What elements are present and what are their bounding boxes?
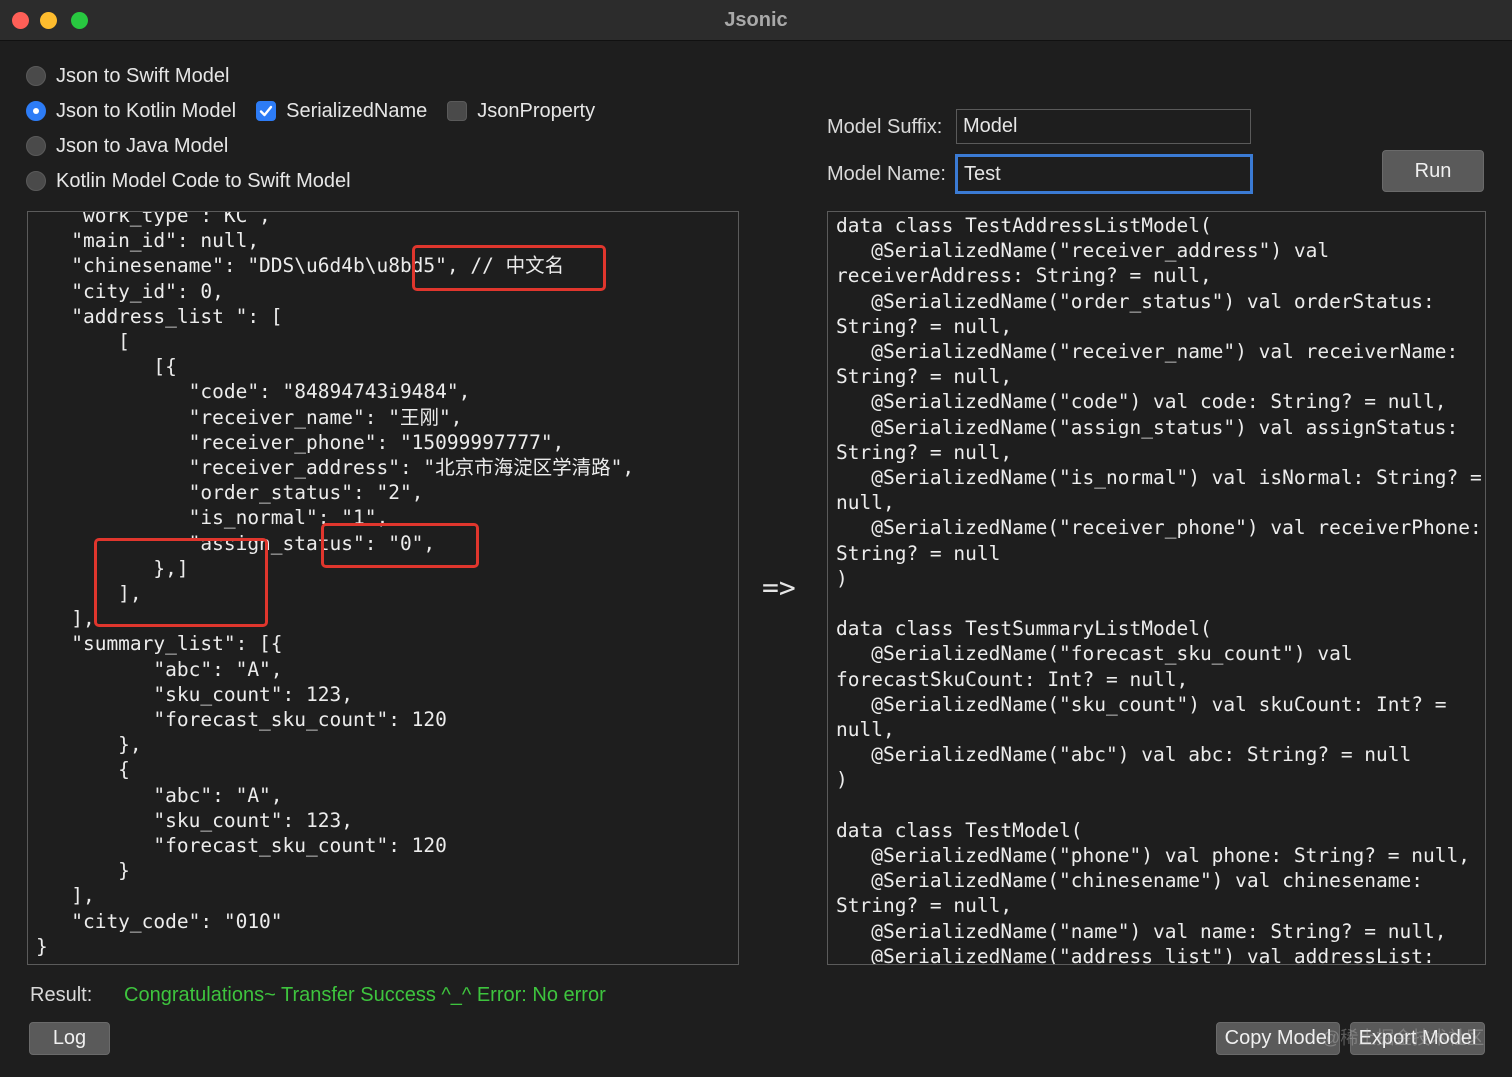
result-message: Congratulations~ Transfer Success ^_^ Er… (124, 984, 606, 1006)
model-output-editor[interactable]: data class TestAddressListModel( @Serial… (827, 211, 1486, 965)
model-output-text[interactable]: data class TestAddressListModel( @Serial… (836, 213, 1482, 964)
serialized-name-label: SerializedName (286, 99, 428, 122)
result-label: Result: (30, 984, 93, 1006)
window-title: Jsonic (724, 9, 788, 31)
mode-java-label: Json to Java Model (56, 134, 229, 157)
json-property-checkbox[interactable] (447, 101, 468, 121)
highlight-box-assign-status (321, 523, 479, 568)
model-name-input[interactable] (955, 154, 1253, 194)
radio-swift[interactable] (26, 66, 46, 86)
mode-kotlin-to-swift-label: Kotlin Model Code to Swift Model (56, 169, 351, 192)
checkmark-icon (259, 105, 273, 117)
model-suffix-label: Model Suffix: (827, 116, 943, 138)
mode-kotlin-label: Json to Kotlin Model (56, 99, 237, 122)
highlight-box-trailing-brackets (94, 538, 268, 627)
serialized-name-checkbox[interactable] (256, 101, 277, 121)
model-suffix-input[interactable] (956, 109, 1251, 144)
title-bar: Jsonic (0, 0, 1512, 41)
mode-swift-option[interactable]: Json to Swift Model (26, 61, 229, 91)
run-button[interactable]: Run (1382, 150, 1484, 192)
json-property-label: JsonProperty (477, 99, 596, 122)
mode-kotlin-to-swift-option[interactable]: Kotlin Model Code to Swift Model (26, 166, 351, 196)
log-button[interactable]: Log (29, 1022, 110, 1055)
mode-swift-label: Json to Swift Model (56, 64, 230, 87)
mode-kotlin-option[interactable]: Json to Kotlin Model SerializedName Json… (26, 96, 595, 126)
radio-kotlin[interactable] (26, 101, 46, 121)
arrow-indicator: => (762, 571, 796, 604)
model-name-label: Model Name: (827, 163, 946, 185)
mode-java-option[interactable]: Json to Java Model (26, 131, 228, 161)
radio-java[interactable] (26, 136, 46, 156)
highlight-box-chinesename (412, 245, 606, 291)
watermark: @稀土掘金技术社区 (1322, 1028, 1485, 1048)
radio-kotlin-to-swift[interactable] (26, 171, 46, 191)
